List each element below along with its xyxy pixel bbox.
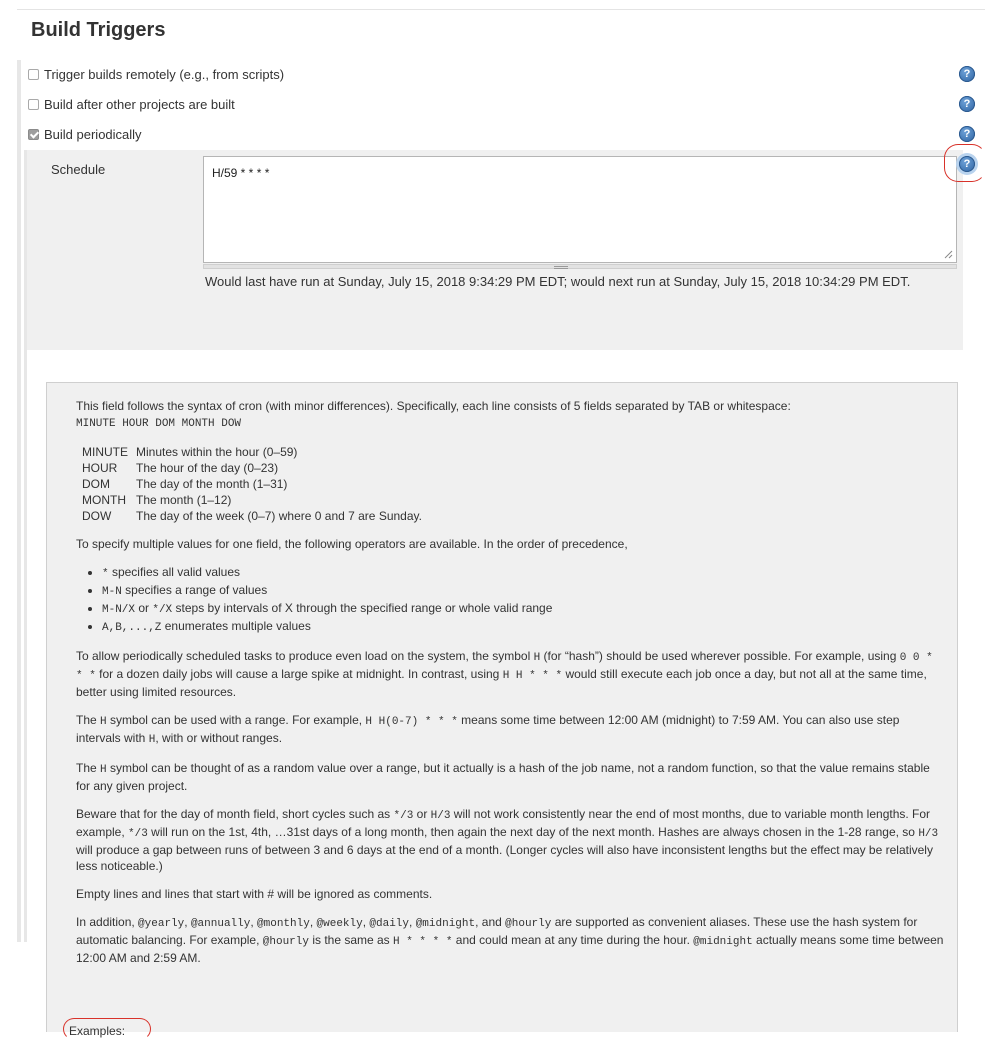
textarea-resize-splitter[interactable]: [203, 264, 957, 269]
table-row: DOW The day of the week (0–7) where 0 an…: [82, 509, 422, 523]
operators-intro: To specify multiple values for one field…: [76, 537, 628, 551]
schedule-textarea[interactable]: H/59 * * * *: [203, 156, 957, 263]
cron-field-table: MINUTE Minutes within the hour (0–59) HO…: [76, 444, 945, 524]
question-circle-icon[interactable]: ?: [959, 126, 975, 142]
beware-paragraph: Beware that for the day of month field, …: [76, 807, 939, 873]
section-top-divider: [17, 9, 985, 10]
list-item: * specifies all valid values: [102, 564, 945, 582]
section-title: Build Triggers: [31, 19, 166, 41]
cron-format-line: MINUTE HOUR DOM MONTH DOW: [76, 418, 242, 430]
resize-grip-icon[interactable]: [943, 249, 953, 259]
trigger-remote-label[interactable]: Trigger builds remotely (e.g., from scri…: [28, 67, 284, 82]
aliases-paragraph: In addition, @yearly, @annually, @monthl…: [76, 915, 944, 965]
comments-paragraph: Empty lines and lines that start with # …: [76, 887, 433, 901]
question-circle-icon[interactable]: ?: [959, 96, 975, 112]
schedule-next-run-text: Would last have run at Sunday, July 15, …: [205, 274, 911, 289]
help-intro: This field follows the syntax of cron (w…: [76, 399, 791, 430]
trigger-after-projects-text: Build after other projects are built: [44, 97, 235, 112]
list-item: M-N specifies a range of values: [102, 582, 945, 600]
trigger-remote-text: Trigger builds remotely (e.g., from scri…: [44, 67, 285, 82]
cron-help-panel: This field follows the syntax of cron (w…: [46, 382, 958, 1040]
table-row: HOUR The hour of the day (0–23): [82, 461, 279, 475]
splitter-grip-icon: [554, 266, 568, 269]
section-indent-bar: [17, 60, 21, 942]
trigger-after-projects-label[interactable]: Build after other projects are built: [28, 97, 235, 112]
question-circle-icon[interactable]: ?: [959, 66, 975, 82]
table-row: DOM The day of the month (1–31): [82, 477, 288, 491]
trigger-periodically-checkbox[interactable]: [28, 129, 39, 140]
random-paragraph: The H symbol can be thought of as a rand…: [76, 761, 930, 793]
hash-paragraph: To allow periodically scheduled tasks to…: [76, 649, 933, 699]
trigger-remote-checkbox[interactable]: [28, 69, 39, 80]
table-row: MONTH The month (1–12): [82, 493, 232, 507]
operators-list: * specifies all valid values M-N specifi…: [76, 564, 945, 636]
table-row: MINUTE Minutes within the hour (0–59): [82, 445, 298, 459]
build-triggers-section: Trigger builds remotely (e.g., from scri…: [17, 60, 985, 1040]
annotation-circle: [944, 144, 985, 182]
schedule-label: Schedule: [51, 162, 106, 177]
annotation-circle: [63, 1018, 151, 1040]
list-item: A,B,...,Z enumerates multiple values: [102, 618, 945, 636]
trigger-row-periodically: Build periodically: [28, 120, 985, 150]
trigger-periodically-label[interactable]: Build periodically: [28, 127, 142, 142]
trigger-after-projects-checkbox[interactable]: [28, 99, 39, 110]
list-item: M-N/X or */X steps by intervals of X thr…: [102, 600, 945, 618]
examples-wrap: Examples:: [63, 1018, 151, 1040]
trigger-row-after-projects: Build after other projects are built: [28, 90, 985, 120]
range-paragraph: The H symbol can be used with a range. F…: [76, 713, 900, 746]
trigger-periodically-text: Build periodically: [44, 127, 142, 142]
trigger-row-remote: Trigger builds remotely (e.g., from scri…: [28, 60, 985, 90]
schedule-block: Schedule H/59 * * * * Would last have ru…: [27, 150, 963, 1040]
